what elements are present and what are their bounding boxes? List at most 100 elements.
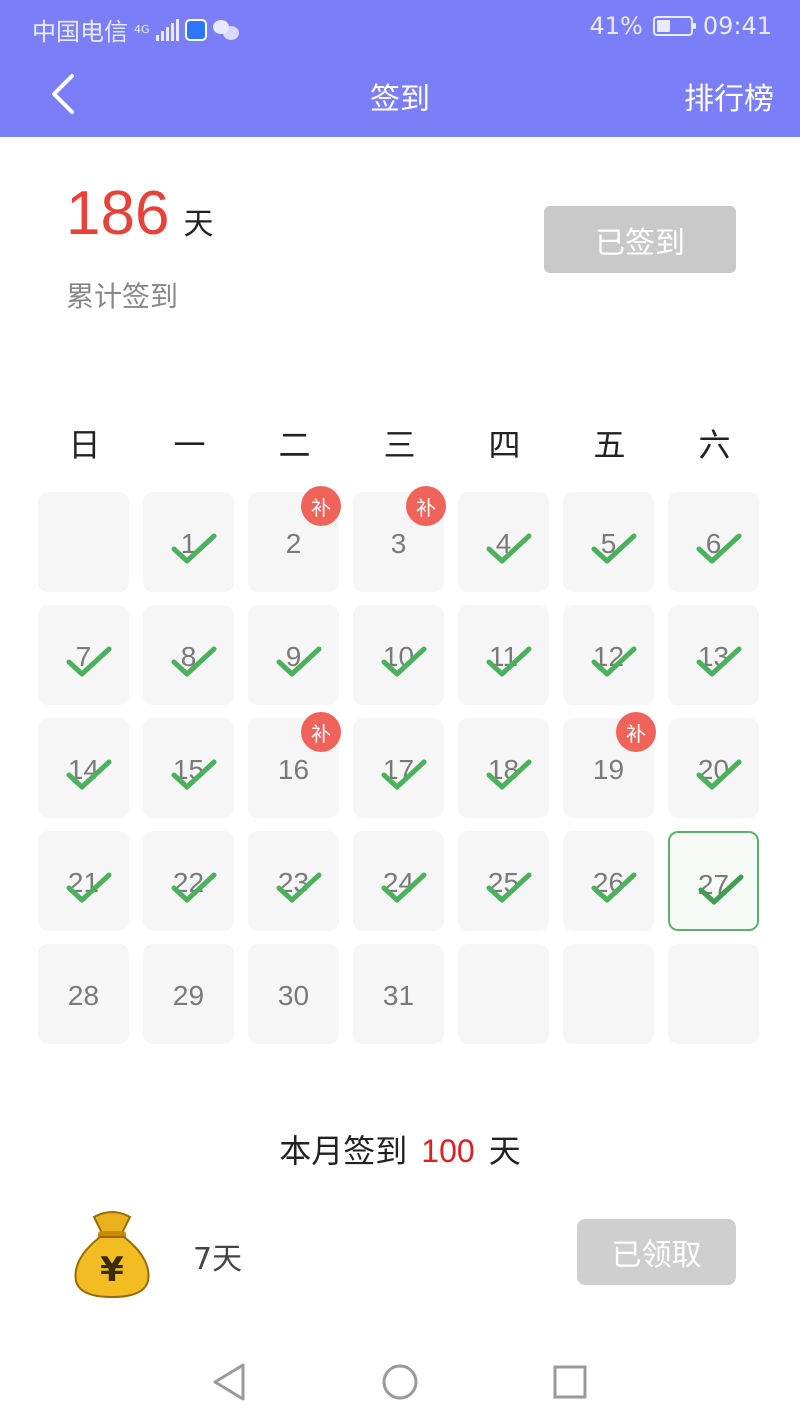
total-days-number: 186 [66, 179, 170, 248]
calendar-day[interactable]: 12 [563, 605, 654, 705]
system-nav-bar [0, 1340, 800, 1422]
makeup-badge[interactable]: 补 [616, 712, 656, 752]
calendar-day[interactable]: 21 [38, 831, 129, 931]
nav-home-icon[interactable] [381, 1362, 419, 1402]
calendar-day[interactable]: 9 [248, 605, 339, 705]
check-icon [171, 872, 217, 903]
check-icon [171, 533, 217, 564]
calendar-empty-cell [563, 944, 654, 1044]
check-icon [381, 646, 427, 677]
check-icon [381, 872, 427, 903]
nav-recents-icon[interactable] [551, 1362, 589, 1402]
day-number: 30 [277, 980, 310, 1011]
calendar-day[interactable]: 23 [248, 831, 339, 931]
calendar-day[interactable]: 14 [38, 718, 129, 818]
check-icon [171, 646, 217, 677]
claimed-button[interactable]: 已领取 [577, 1219, 736, 1285]
calendar-day[interactable]: 17 [353, 718, 444, 818]
day-number: 19 [592, 754, 625, 785]
signed-in-button[interactable]: 已签到 [544, 206, 736, 273]
month-signin-summary: 本月签到 100 天 [0, 1126, 800, 1172]
svg-text:¥: ¥ [100, 1250, 124, 1290]
calendar-day[interactable]: 20 [668, 718, 759, 818]
makeup-badge[interactable]: 补 [301, 486, 341, 526]
ranking-link[interactable]: 排行榜 [684, 74, 774, 118]
makeup-badge[interactable]: 补 [301, 712, 341, 752]
weekday-label: 六 [698, 426, 731, 464]
month-suffix: 天 [488, 1132, 521, 1170]
calendar-day[interactable]: 29 [143, 944, 234, 1044]
calendar-day[interactable]: 25 [458, 831, 549, 931]
battery-percent: 41% [589, 12, 643, 40]
month-prefix: 本月签到 [279, 1132, 408, 1170]
calendar-empty-cell [458, 944, 549, 1044]
battery-fill [656, 20, 670, 32]
calendar-day[interactable]: 16 补 [248, 712, 341, 818]
total-days-label: 累计签到 [66, 280, 179, 313]
calendar-day[interactable]: 19 补 [563, 712, 656, 818]
check-icon [696, 646, 742, 677]
battery-icon [652, 16, 696, 36]
clock: 09:41 [702, 12, 772, 40]
weekday-label: 一 [173, 426, 206, 464]
network-type-label: 4G [134, 23, 150, 36]
day-number: 31 [382, 980, 415, 1011]
makeup-badge[interactable]: 补 [406, 486, 446, 526]
day-number: 2 [285, 528, 302, 559]
calendar-day[interactable]: 18 [458, 718, 549, 818]
calendar-day[interactable]: 10 [353, 605, 444, 705]
check-icon [276, 646, 322, 677]
calendar-empty-cell [668, 944, 759, 1044]
calendar-day[interactable]: 5 [563, 492, 654, 592]
check-icon [486, 759, 532, 790]
check-icon [66, 646, 112, 677]
calendar-day[interactable]: 26 [563, 831, 654, 931]
calendar-day[interactable]: 22 [143, 831, 234, 931]
calendar-day[interactable]: 24 [353, 831, 444, 931]
money-bag-icon: ¥ [64, 1203, 160, 1299]
calendar-day[interactable]: 11 [458, 605, 549, 705]
weekday-label: 二 [278, 426, 311, 464]
check-icon [66, 759, 112, 790]
calendar-day[interactable]: 7 [38, 605, 129, 705]
check-icon [591, 872, 637, 903]
calendar-day[interactable]: 6 [668, 492, 759, 592]
calendar-day[interactable]: 27 [668, 831, 759, 931]
carrier-label: 中国电信 [32, 18, 128, 46]
day-number: 16 [277, 754, 310, 785]
month-count: 100 [421, 1133, 475, 1169]
check-icon [486, 646, 532, 677]
calendar-day[interactable]: 13 [668, 605, 759, 705]
calendar-day[interactable]: 28 [38, 944, 129, 1044]
calendar-day[interactable]: 1 [143, 492, 234, 592]
calendar-day[interactable]: 30 [248, 944, 339, 1044]
nav-back-icon[interactable] [210, 1362, 248, 1402]
check-icon [276, 872, 322, 903]
status-bar: 中国电信 4G 41% 09:41 [32, 12, 772, 46]
calendar-empty-cell [38, 492, 129, 592]
signal-icon [155, 18, 179, 41]
calendar-day[interactable]: 2补 [248, 486, 341, 592]
calendar-day[interactable]: 8 [143, 605, 234, 705]
weekday-label: 日 [68, 426, 101, 464]
check-icon [486, 533, 532, 564]
calendar-grid: 1 2 补 3 补 4 5 6 7 8 9 10 11 12 13 14 15 16 补 17 18 19 补 20 21 22 2… [32, 486, 768, 1046]
check-icon [591, 646, 637, 677]
total-days-unit: 天 [183, 207, 214, 242]
day-number: 29 [172, 980, 205, 1011]
page-title: 签到 [370, 82, 430, 117]
calendar-day[interactable]: 31 [353, 944, 444, 1044]
weekday-label: 三 [383, 426, 416, 464]
check-icon [698, 874, 744, 905]
calendar-day[interactable]: 4 [458, 492, 549, 592]
day-number: 28 [67, 980, 100, 1011]
shield-app-icon [184, 18, 207, 41]
check-icon [171, 759, 217, 790]
app-header: 中国电信 4G 41% 09:41 签到 排行榜 [0, 0, 800, 137]
check-icon [486, 872, 532, 903]
check-icon [591, 533, 637, 564]
calendar-day[interactable]: 3补 [353, 486, 446, 592]
calendar-day[interactable]: 15 [143, 718, 234, 818]
check-icon [66, 872, 112, 903]
check-icon [381, 759, 427, 790]
